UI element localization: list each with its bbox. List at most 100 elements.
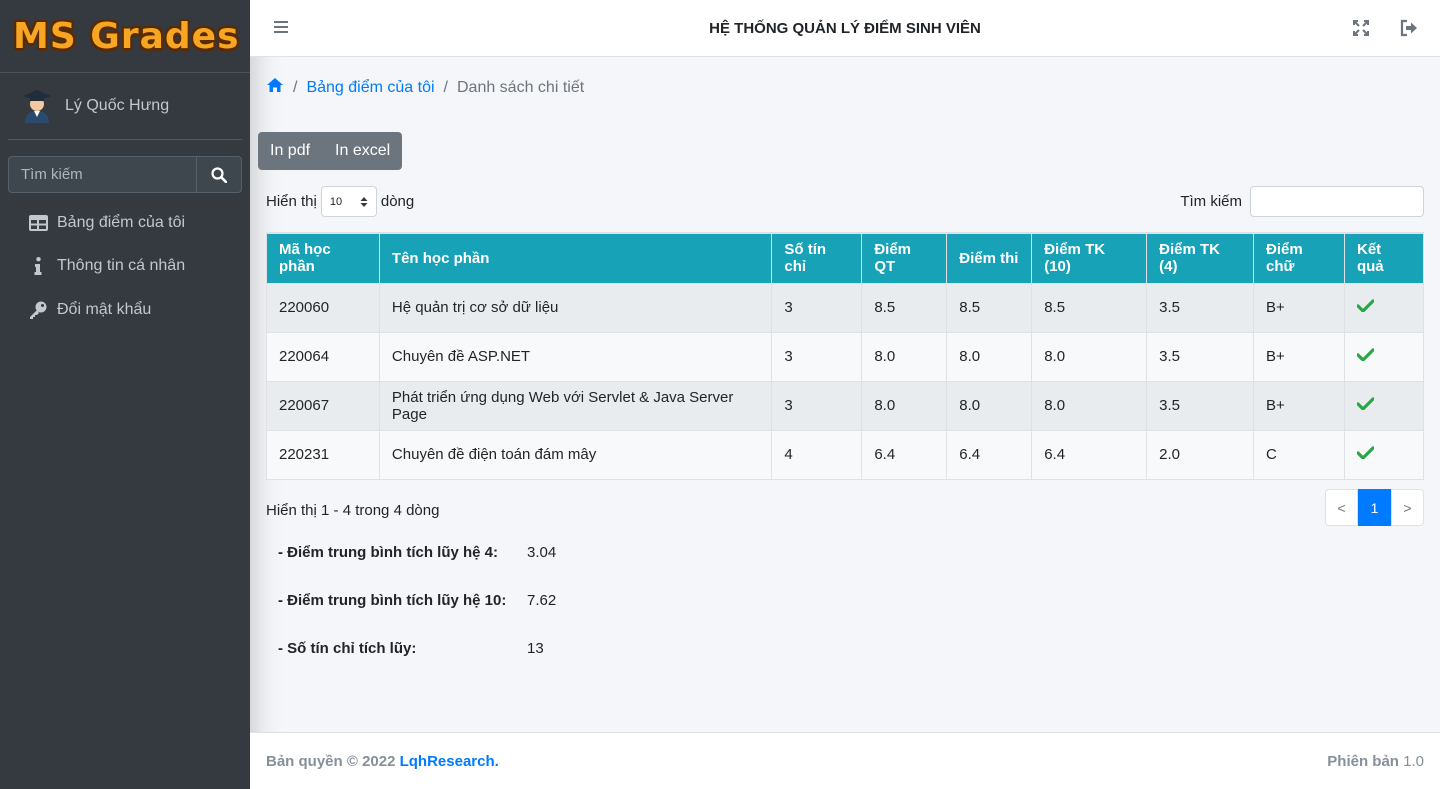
- final-score-4: 3.5: [1146, 380, 1255, 431]
- check-icon: [1356, 397, 1375, 411]
- letter-grade: B+: [1253, 282, 1345, 333]
- column-header[interactable]: Điểm TK (10): [1031, 232, 1148, 284]
- company-link[interactable]: LqhResearch.: [400, 753, 499, 770]
- exam-score: 6.4: [946, 429, 1033, 480]
- course-name: Chuyên đề điện toán đám mây: [378, 429, 773, 480]
- avatar: [22, 89, 52, 123]
- rows-label: dòng: [380, 193, 415, 210]
- column-header[interactable]: Điểm QT: [861, 232, 948, 284]
- sort-arrows-icon: [360, 196, 368, 207]
- export-button-group: In pdf In excel: [258, 132, 403, 170]
- breadcrumb-separator: /: [293, 78, 298, 96]
- final-score-10: 8.0: [1031, 380, 1148, 431]
- sidebar-item-label: Bảng điểm của tôi: [57, 213, 186, 231]
- table-header-row: Mã học phần Tên học phần Số tín chỉ Điểm…: [266, 232, 1425, 284]
- info-icon: [28, 257, 48, 276]
- table-search-label: Tìm kiếm: [1180, 193, 1242, 210]
- column-header[interactable]: Mã học phần: [266, 232, 380, 284]
- column-header[interactable]: Điểm TK (4): [1146, 232, 1255, 284]
- key-icon: [28, 301, 48, 319]
- search-icon: [211, 166, 227, 183]
- credits: 3: [771, 331, 863, 382]
- gpa4-value: 3.04: [527, 544, 557, 561]
- sidebar-item-password[interactable]: Đổi mật khẩu: [0, 288, 250, 332]
- check-icon: [1356, 299, 1375, 313]
- column-header[interactable]: Kết quả: [1343, 232, 1425, 284]
- final-score-10: 8.5: [1031, 282, 1148, 333]
- version-value: 1.0: [1403, 753, 1424, 770]
- course-name: Hệ quản trị cơ sở dữ liệu: [378, 282, 773, 333]
- final-score-10: 8.0: [1031, 331, 1148, 382]
- print-pdf-button[interactable]: In pdf: [258, 132, 322, 170]
- result-cell: [1343, 282, 1425, 333]
- home-icon[interactable]: [266, 77, 284, 98]
- sidebar-search: Tìm kiếm: [8, 156, 242, 193]
- table-row: 220064 Chuyên đề ASP.NET 3 8.0 8.0 8.0 3…: [266, 331, 1425, 382]
- print-excel-button[interactable]: In excel: [322, 132, 402, 170]
- brand-text: MS Grades: [13, 15, 240, 57]
- exam-score: 8.0: [946, 380, 1033, 431]
- check-icon: [1356, 348, 1375, 362]
- logout-icon[interactable]: [1400, 19, 1418, 37]
- final-score-4: 3.5: [1146, 331, 1255, 382]
- check-icon: [1356, 446, 1375, 460]
- copyright: Bản quyền © 2022 LqhResearch.: [266, 753, 499, 770]
- final-score-4: 2.0: [1146, 429, 1255, 480]
- sidebar-item-grades[interactable]: Bảng điểm của tôi: [0, 201, 250, 245]
- user-panel[interactable]: Lý Quốc Hưng: [8, 73, 242, 140]
- credits-summary: - Số tín chỉ tích lũy: 13: [278, 640, 544, 657]
- column-header[interactable]: Số tín chỉ: [771, 232, 863, 284]
- table-search: Tìm kiếm: [1180, 186, 1424, 217]
- version-info: Phiên bản 1.0: [1327, 753, 1424, 770]
- credits: 3: [771, 380, 863, 431]
- sidebar-item-label: Thông tin cá nhân: [57, 257, 186, 275]
- next-page-button[interactable]: >: [1391, 489, 1424, 526]
- breadcrumb: / Bảng điểm của tôi / Danh sách chi tiết: [266, 77, 584, 98]
- sidebar-search-input[interactable]: Tìm kiếm: [8, 156, 196, 193]
- table-row: 220067 Phát triển ứng dụng Web với Servl…: [266, 380, 1425, 431]
- sidebar-search-button[interactable]: [196, 156, 242, 193]
- column-header[interactable]: Tên học phần: [378, 232, 773, 284]
- grades-table: Mã học phần Tên học phần Số tín chỉ Điểm…: [266, 232, 1425, 480]
- show-label: Hiển thị: [266, 193, 317, 210]
- pagination: < 1 >: [1325, 489, 1424, 526]
- credits-label: - Số tín chỉ tích lũy:: [278, 640, 417, 657]
- sidebar-item-profile[interactable]: Thông tin cá nhân: [0, 245, 250, 289]
- result-cell: [1343, 331, 1425, 382]
- column-header[interactable]: Điểm chữ: [1253, 232, 1345, 284]
- course-code: 220060: [266, 282, 380, 333]
- column-header[interactable]: Điểm thi: [946, 232, 1033, 284]
- final-score-4: 3.5: [1146, 282, 1255, 333]
- breadcrumb-separator: /: [443, 78, 448, 96]
- prev-page-button[interactable]: <: [1325, 489, 1358, 526]
- page-length-select[interactable]: 10: [320, 186, 377, 217]
- sidebar: MS Grades Lý Quốc Hưng Tìm kiếm Bảng điể…: [0, 0, 250, 789]
- table-icon: [28, 214, 48, 231]
- fullscreen-icon[interactable]: [1352, 19, 1370, 37]
- gpa4-summary: - Điểm trung bình tích lũy hệ 4: 3.04: [278, 544, 556, 561]
- page-1-button[interactable]: 1: [1358, 489, 1391, 526]
- result-cell: [1343, 429, 1425, 480]
- process-score: 8.5: [861, 282, 948, 333]
- course-code: 220064: [266, 331, 380, 382]
- table-row: 220060 Hệ quản trị cơ sở dữ liệu 3 8.5 8…: [266, 282, 1425, 333]
- final-score-10: 6.4: [1031, 429, 1148, 480]
- course-name: Phát triển ứng dụng Web với Servlet & Ja…: [378, 380, 773, 431]
- gpa10-summary: - Điểm trung bình tích lũy hệ 10: 7.62: [278, 592, 556, 609]
- breadcrumb-active: Danh sách chi tiết: [456, 78, 585, 96]
- gpa10-label: - Điểm trung bình tích lũy hệ 10:: [278, 592, 507, 609]
- process-score: 8.0: [861, 331, 948, 382]
- sidebar-nav: Bảng điểm của tôi Thông tin cá nhân Đổi …: [0, 201, 250, 332]
- course-code: 220231: [266, 429, 380, 480]
- table-search-input[interactable]: [1250, 186, 1424, 217]
- credits: 4: [771, 429, 863, 480]
- sidebar-item-label: Đổi mật khẩu: [57, 300, 152, 318]
- breadcrumb-link[interactable]: Bảng điểm của tôi: [306, 79, 434, 97]
- footer: Bản quyền © 2022 LqhResearch. Phiên bản …: [250, 732, 1440, 789]
- course-name: Chuyên đề ASP.NET: [378, 331, 773, 382]
- credits-value: 13: [527, 640, 544, 657]
- copyright-text: Bản quyền © 2022: [266, 753, 400, 770]
- user-name: Lý Quốc Hưng: [65, 97, 170, 114]
- gpa4-label: - Điểm trung bình tích lũy hệ 4:: [278, 544, 499, 561]
- brand-logo[interactable]: MS Grades: [0, 0, 250, 73]
